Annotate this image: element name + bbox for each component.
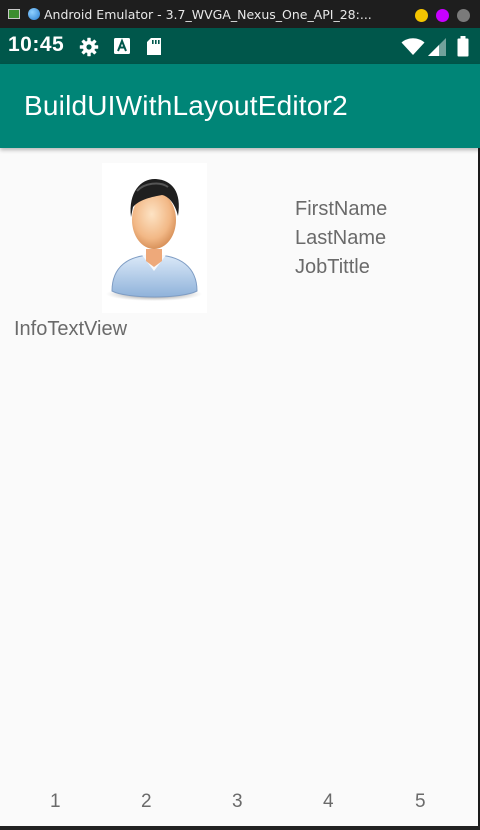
emulator-window-title: Android Emulator - 3.7_WVGA_Nexus_One_AP… [44, 6, 372, 22]
bottom-number-2: 2 [141, 791, 152, 812]
globe-icon [28, 8, 40, 20]
bottom-number-4: 4 [323, 791, 334, 812]
status-bar: 10:45 [0, 28, 480, 64]
info-text-view: InfoTextView [14, 318, 128, 340]
emulator-window: Android Emulator - 3.7_WVGA_Nexus_One_AP… [0, 0, 480, 830]
app-bar: BuildUIWithLayoutEditor2 [0, 64, 480, 148]
wifi-icon [401, 38, 425, 55]
first-name-text: FirstName [295, 198, 388, 220]
bottom-number-5: 5 [415, 791, 426, 812]
maximize-button[interactable] [436, 9, 449, 22]
gear-icon [79, 37, 99, 57]
person-avatar-icon [106, 178, 202, 301]
a-box-icon [114, 38, 130, 54]
last-name-text: LastName [295, 227, 387, 249]
bottom-number-3: 3 [232, 791, 243, 812]
app-title: BuildUIWithLayoutEditor2 [24, 90, 348, 121]
job-title-text: JobTittle [295, 256, 370, 278]
signal-icon [428, 38, 446, 56]
status-time: 10:45 [8, 33, 65, 56]
profile-image [102, 163, 207, 313]
close-button[interactable] [457, 9, 470, 22]
battery-icon [457, 36, 469, 57]
bottom-number-1: 1 [50, 791, 61, 812]
sd-card-icon [147, 38, 161, 55]
emulator-title-bar: Android Emulator - 3.7_WVGA_Nexus_One_AP… [0, 0, 480, 28]
window-bottom-edge [0, 826, 480, 830]
android-emulator-icon [8, 9, 20, 19]
minimize-button[interactable] [415, 9, 428, 22]
